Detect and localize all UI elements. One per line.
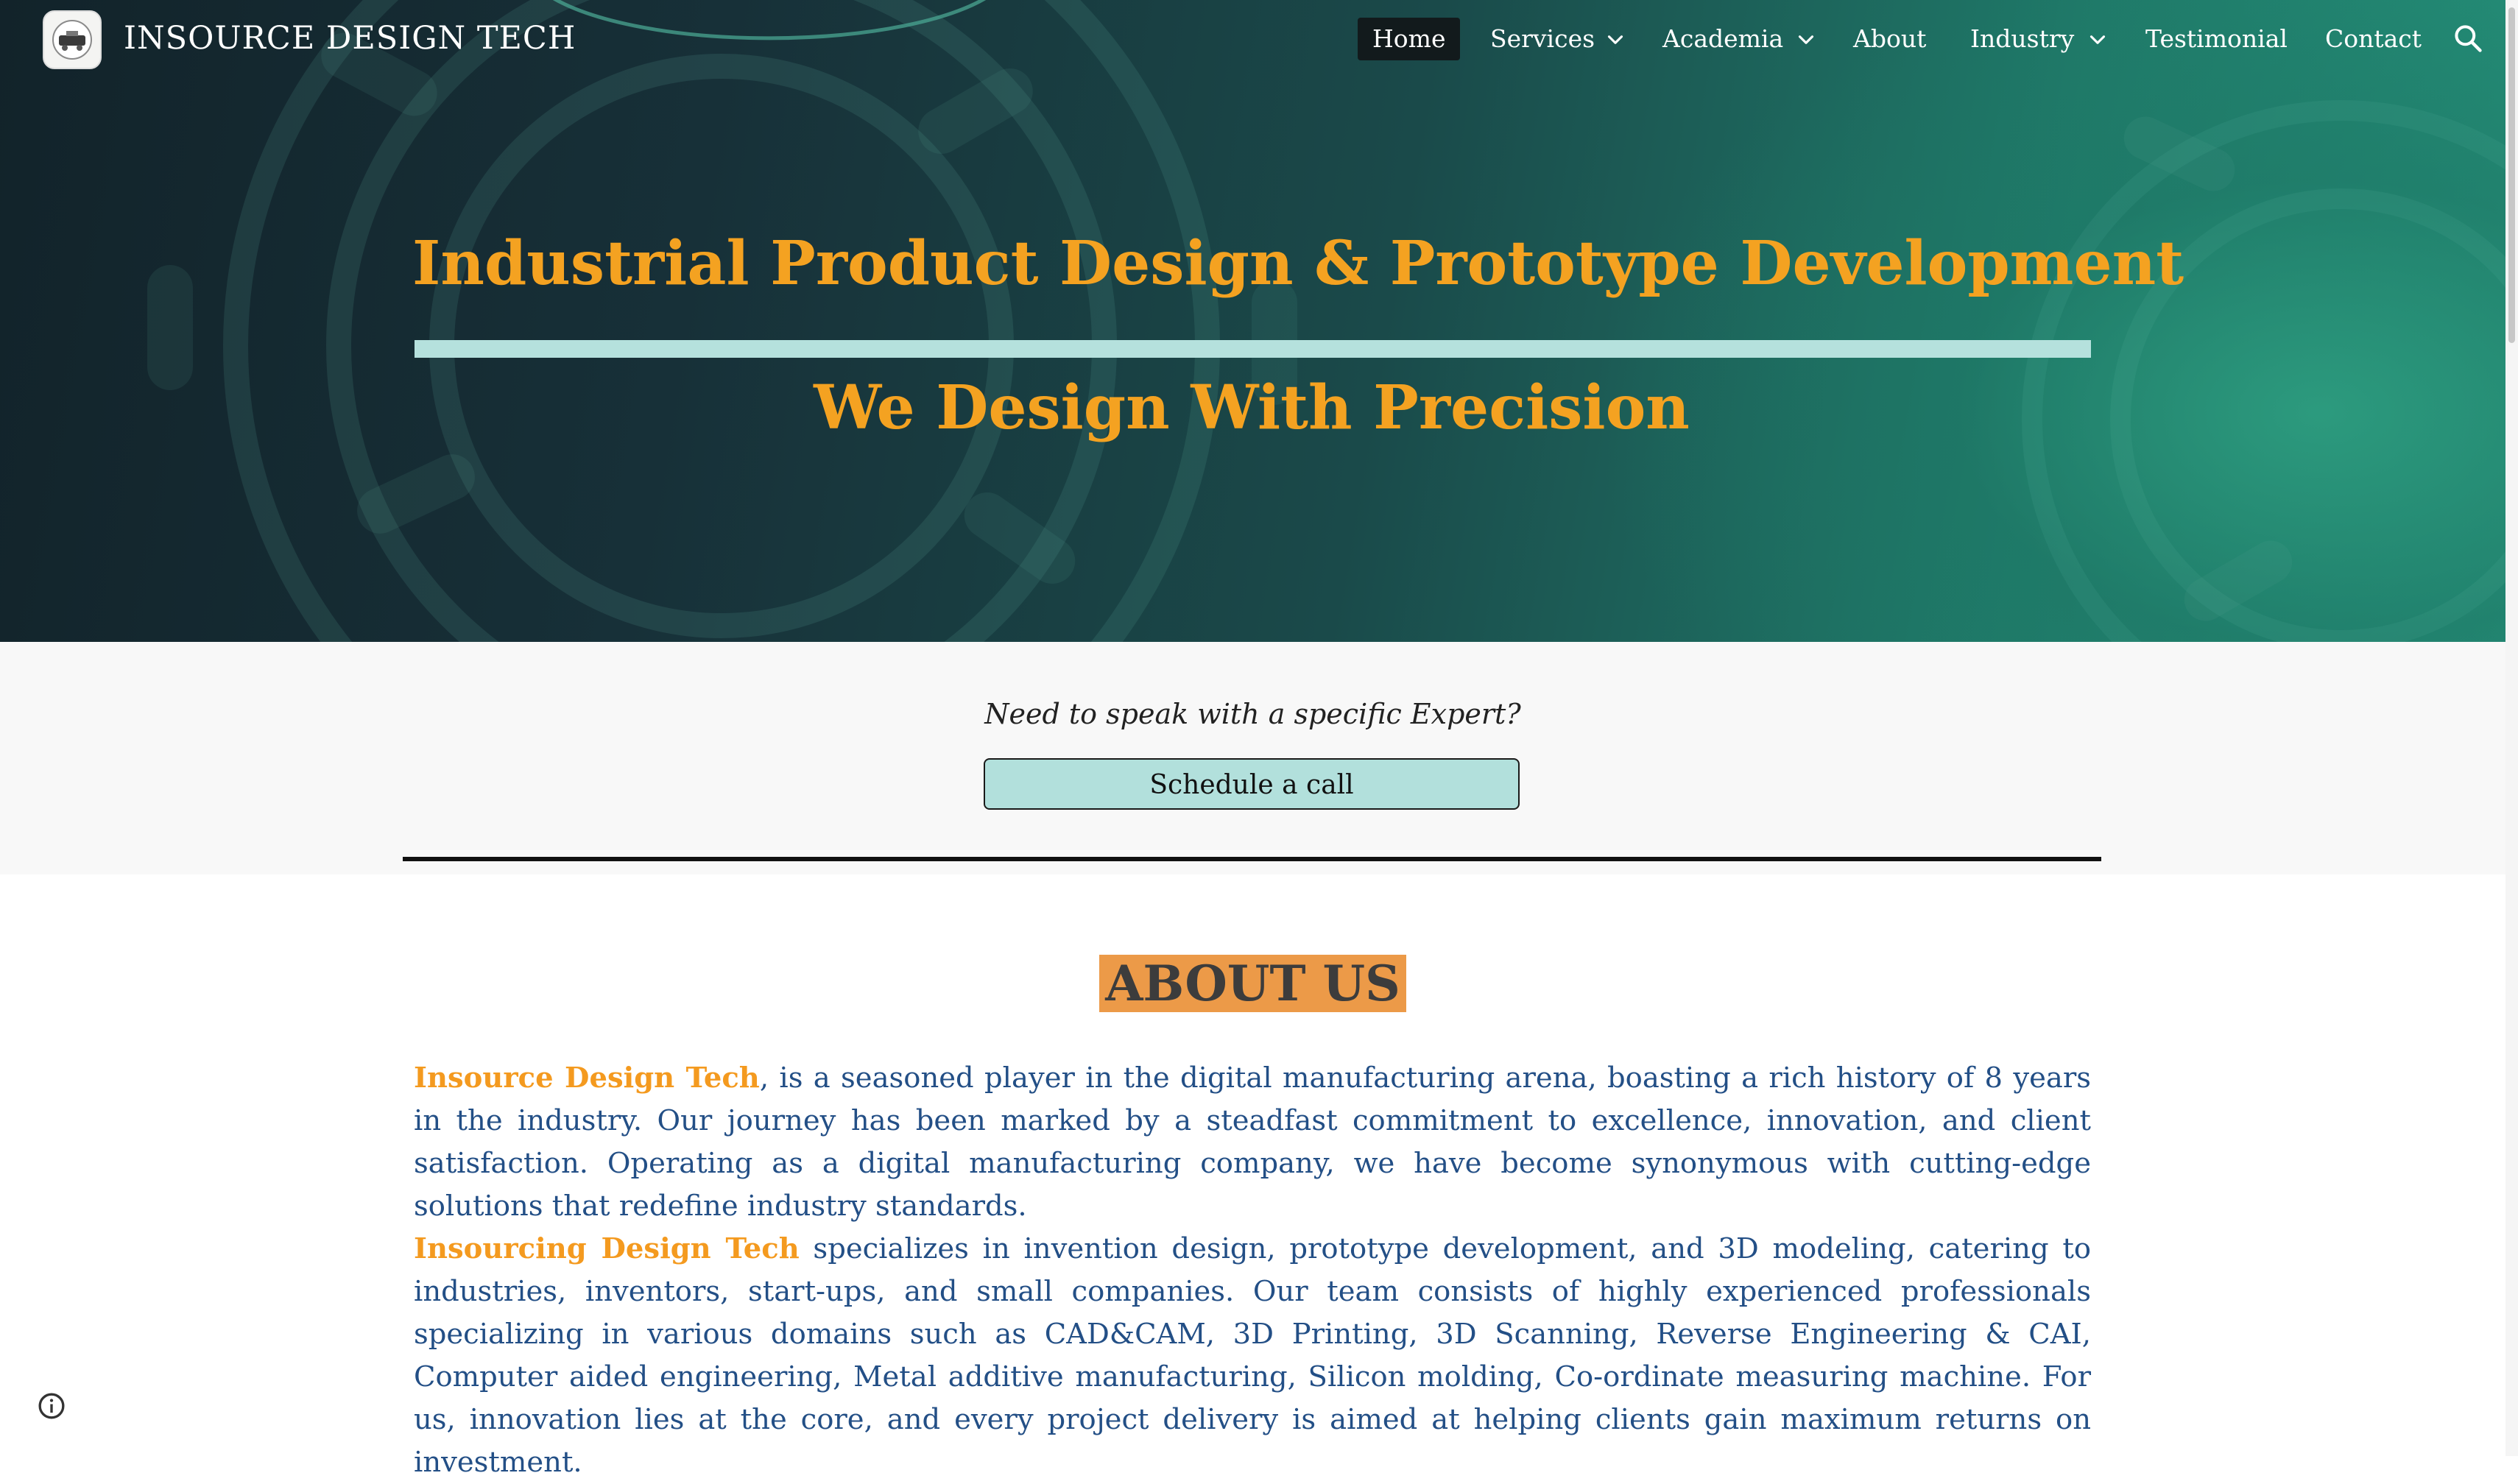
brand-name: Insource Design Tech (414, 1061, 760, 1095)
about-heading: ABOUT US (1099, 955, 1406, 1012)
info-icon[interactable] (37, 1391, 66, 1421)
nav-services[interactable]: Services (1490, 18, 1595, 60)
hero-background-pattern (147, 0, 2505, 642)
hero-title: Industrial Product Design & Prototype De… (412, 228, 2184, 299)
brand-name: Insourcing Design Tech (414, 1232, 800, 1265)
site-title[interactable]: INSOURCE DESIGN TECH (124, 16, 576, 60)
section-divider (403, 857, 2101, 861)
nav-home[interactable]: Home (1358, 18, 1461, 60)
company-logo[interactable] (43, 10, 102, 69)
about-text: Insource Design Tech, is a seasoned play… (414, 1057, 2091, 1484)
schedule-call-button[interactable]: Schedule a call (984, 758, 1520, 810)
hero-subtitle: We Design With Precision (814, 372, 1690, 443)
chevron-down-icon[interactable] (2085, 27, 2110, 52)
nav-about[interactable]: About (1853, 18, 1926, 60)
nav-contact[interactable]: Contact (2325, 18, 2422, 60)
about-heading-container: ABOUT US (0, 955, 2505, 1012)
about-paragraph: Insource Design Tech, is a seasoned play… (414, 1057, 2091, 1228)
nav-testimonial[interactable]: Testimonial (2145, 18, 2288, 60)
chevron-down-icon[interactable] (1603, 27, 1628, 52)
about-paragraph: Insourcing Design Tech specializes in in… (414, 1228, 2091, 1484)
hero-divider (415, 340, 2091, 358)
cta-question: Need to speak with a specific Expert? (984, 698, 1521, 730)
hero-banner: INSOURCE DESIGN TECH Home Services Acade… (0, 0, 2505, 642)
paragraph-text: specializes in invention design, prototy… (414, 1232, 2091, 1479)
nav-industry[interactable]: Industry (1970, 18, 2074, 60)
search-icon[interactable] (2452, 22, 2484, 54)
logo-emblem-icon (52, 20, 92, 60)
nav-academia[interactable]: Academia (1662, 18, 1783, 60)
scrollbar-thumb[interactable] (2508, 7, 2515, 343)
chevron-down-icon[interactable] (1794, 27, 1819, 52)
